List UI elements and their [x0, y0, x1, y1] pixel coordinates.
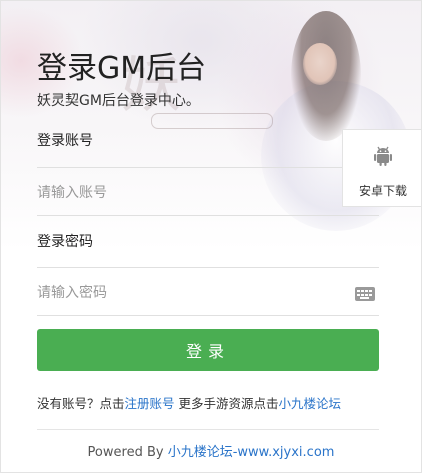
android-download-label: 安卓下载 — [358, 184, 407, 198]
register-prompt: 没有账号？点击注册账号 更多手游资源点击小九楼论坛 — [37, 393, 341, 412]
footer-divider — [37, 429, 379, 430]
forum-link[interactable]: 小九楼论坛 — [279, 396, 342, 411]
password-input[interactable] — [37, 271, 347, 316]
footer: Powered By 小九楼论坛-www.xjyxi.com — [1, 441, 421, 460]
divider — [37, 267, 379, 268]
divider — [37, 315, 379, 316]
divider — [37, 167, 379, 168]
login-card: 妖 登录GM后台 妖灵契GM后台登录中心。 登录账号 登录密码 安卓下载 登录 — [0, 0, 422, 473]
android-download-tab[interactable]: 安卓下载 — [342, 129, 421, 207]
page-title: 登录GM后台 — [37, 51, 207, 86]
android-icon — [374, 146, 392, 166]
powered-by-text: Powered By — [87, 445, 164, 460]
register-prefix: 没有账号？点击 — [37, 396, 125, 411]
password-label: 登录密码 — [37, 234, 93, 250]
username-label: 登录账号 — [37, 133, 93, 149]
register-link[interactable]: 注册账号 — [125, 396, 175, 411]
resources-text: 更多手游资源点击 — [178, 396, 279, 411]
keyboard-icon[interactable] — [355, 287, 375, 301]
username-input[interactable] — [37, 171, 379, 216]
login-button[interactable]: 登录 — [37, 329, 379, 371]
page-subtitle: 妖灵契GM后台登录中心。 — [37, 93, 200, 109]
footer-link[interactable]: 小九楼论坛-www.xjyxi.com — [168, 445, 335, 460]
